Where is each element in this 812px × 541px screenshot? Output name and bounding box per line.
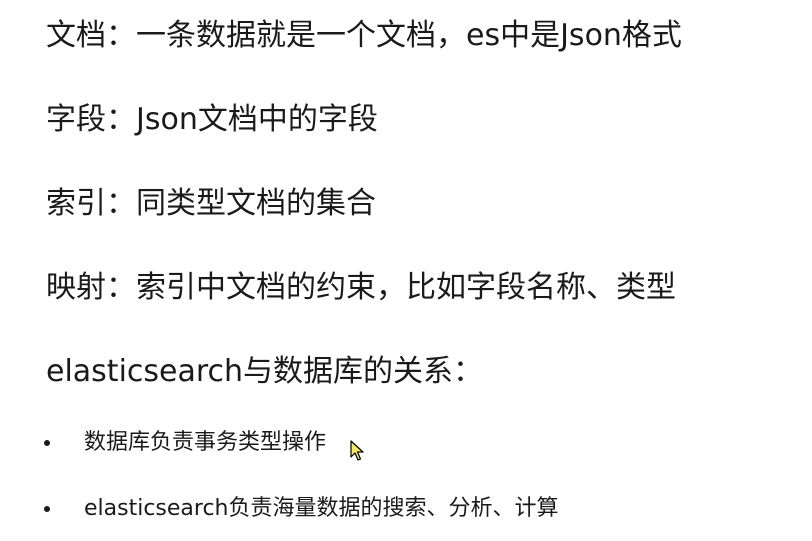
mouse-pointer-icon xyxy=(350,440,364,461)
definition-index: 索引：同类型文档的集合 xyxy=(46,186,376,221)
bullet-dot xyxy=(44,506,50,512)
bullet-dot xyxy=(44,440,50,446)
bullet-item-database: 数据库负责事务类型操作 xyxy=(44,428,326,458)
bullet-item-elasticsearch: elasticsearch负责海量数据的搜索、分析、计算 xyxy=(44,494,559,524)
definition-mapping: 映射：索引中文档的约束，比如字段名称、类型 xyxy=(46,270,676,305)
definition-document: 文档：一条数据就是一个文档，es中是Json格式 xyxy=(46,18,682,53)
relationship-heading: elasticsearch与数据库的关系： xyxy=(46,354,484,389)
bullet-text: 数据库负责事务类型操作 xyxy=(84,430,327,455)
definition-field: 字段：Json文档中的字段 xyxy=(46,102,378,137)
bullet-text: elasticsearch负责海量数据的搜索、分析、计算 xyxy=(84,496,559,521)
